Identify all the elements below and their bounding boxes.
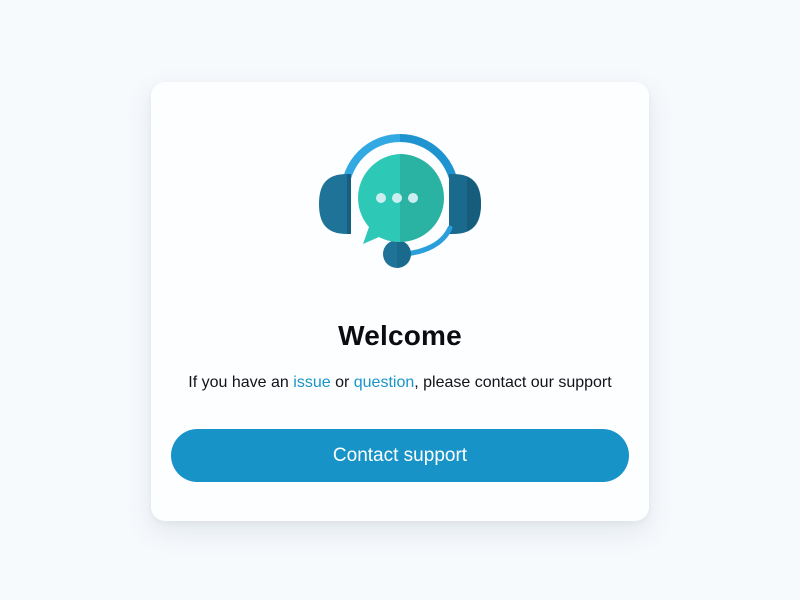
issue-link[interactable]: issue [293, 374, 330, 391]
message-suffix: , please contact our support [414, 374, 612, 391]
question-link[interactable]: question [354, 374, 415, 391]
message-middle: or [330, 374, 354, 391]
welcome-title: Welcome [338, 320, 462, 351]
message-prefix: If you have an [188, 374, 294, 391]
contact-support-button[interactable]: Contact support [171, 429, 629, 482]
support-message: If you have an issue or question, please… [151, 374, 649, 392]
welcome-card: Welcome If you have an issue or question… [151, 82, 649, 521]
support-headset-icon [319, 134, 481, 268]
